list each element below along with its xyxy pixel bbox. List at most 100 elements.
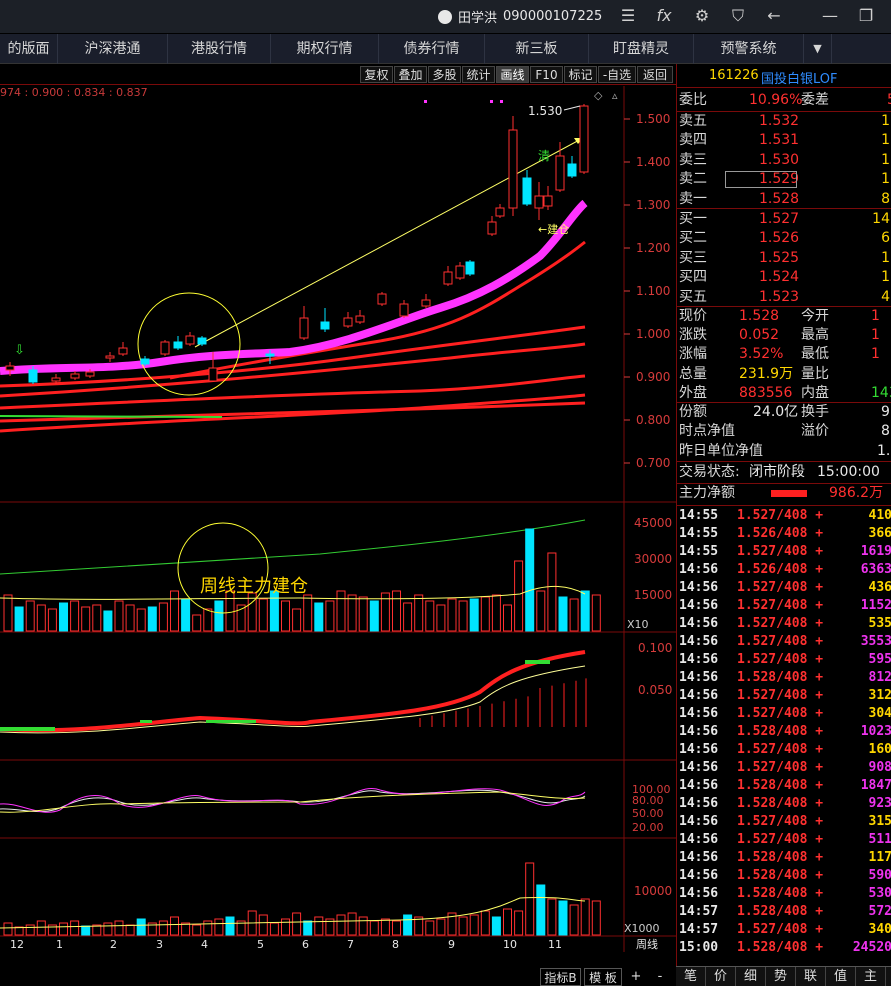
stat-value: 883556 <box>739 384 793 401</box>
bid-row: 买二 1.526 6 <box>677 229 891 248</box>
back-arrow-icon[interactable]: ← <box>762 5 786 27</box>
tick-time: 14:56 <box>679 580 719 595</box>
mark-button[interactable]: 标记 <box>564 66 597 83</box>
vol-tick-30000: 30000 <box>634 552 672 566</box>
remove-watchlist-button[interactable]: -自选 <box>598 66 636 83</box>
ask-row: 卖三 1.530 1 <box>677 151 891 170</box>
dropdown-arrow-icon[interactable]: ▼ <box>804 34 832 64</box>
tab-price[interactable]: 价 <box>706 967 736 986</box>
volume-bar <box>336 590 346 632</box>
tab-main[interactable]: 主 <box>856 967 886 986</box>
tick-price: 1.528/408 + <box>737 904 824 919</box>
template-button[interactable]: 模 板 <box>584 968 622 986</box>
tick-time: 14:56 <box>679 724 719 739</box>
menu-item-neeq[interactable]: 新三板 <box>485 34 589 64</box>
fx-icon[interactable]: fx <box>652 5 676 27</box>
restore-icon[interactable]: ❐ <box>854 5 878 27</box>
extra-label: 份额 <box>679 404 707 420</box>
zoom-in-button[interactable]: + <box>628 968 644 986</box>
settings-icon[interactable]: ⚙ <box>690 5 714 27</box>
shirt-icon[interactable]: ⛉ <box>726 5 750 27</box>
volume-bar <box>436 918 446 936</box>
volume-bar <box>480 910 490 936</box>
menu-icon[interactable]: ☰ <box>616 5 640 27</box>
volume-bar <box>303 920 313 936</box>
volume-bar <box>458 916 468 936</box>
candle <box>443 271 453 285</box>
zoom-out-button[interactable]: - <box>652 968 668 986</box>
ask-price: 1.532 <box>759 113 800 129</box>
clear-annotation: 清 <box>538 149 550 163</box>
f10-button[interactable]: F10 <box>530 66 563 83</box>
kline-chart-area[interactable]: 1.500 1.400 1.300 1.200 1.100 1.000 0.90… <box>0 86 676 968</box>
menu-item-hk-connect[interactable]: 沪深港通 <box>58 34 168 64</box>
menu-item-layout[interactable]: 的版面 <box>0 34 58 64</box>
tick-price: 1.527/408 + <box>737 814 824 829</box>
volume-bar <box>281 600 290 632</box>
ask-label: 卖五 <box>679 113 707 129</box>
ask-row: 卖二 1.529 1 <box>677 170 891 189</box>
user-info[interactable]: 田学洪 090000107225 <box>438 7 602 26</box>
candle <box>299 317 309 339</box>
extra-value-2: 9. <box>881 404 891 420</box>
tick-time: 14:56 <box>679 796 719 811</box>
volume-bar <box>147 606 157 632</box>
x-label-2: 2 <box>110 938 117 951</box>
statistics-button[interactable]: 统计 <box>462 66 495 83</box>
volume-bar <box>269 590 279 632</box>
weibi-row: 委比 10.96% 委差 5 <box>677 91 891 110</box>
tick-row: 14:56 1.528/408 + 1023 <box>677 723 891 741</box>
minimize-icon[interactable]: — <box>818 5 842 27</box>
menu-item-bonds[interactable]: 债券行情 <box>379 34 485 64</box>
menu-item-hk-stocks[interactable]: 港股行情 <box>168 34 271 64</box>
tick-row: 14:56 1.527/408 + 315 <box>677 813 891 831</box>
volume-bar <box>347 594 357 632</box>
draw-line-button[interactable]: 画线 <box>496 66 529 83</box>
tick-price: 1.528/408 + <box>737 886 824 901</box>
tab-trend[interactable]: 势 <box>766 967 796 986</box>
quote-panel: 161226 国投白银LOF 委比 10.96% 委差 5 卖五1.5321卖四… <box>676 64 891 986</box>
tick-price: 1.528/408 + <box>737 724 824 739</box>
tick-volume: 24520 <box>852 940 891 955</box>
volume-bars-2 <box>3 862 601 936</box>
bid-volume: 14 <box>872 211 890 227</box>
tick-price: 1.527/408 + <box>737 580 824 595</box>
y-tick-0900: 0.900 <box>636 370 670 384</box>
menu-item-options[interactable]: 期权行情 <box>271 34 379 64</box>
bid-price: 1.527 <box>759 211 800 227</box>
menu-item-monitor[interactable]: 盯盘精灵 <box>589 34 694 64</box>
tick-volume: 410 <box>868 508 891 523</box>
tab-trades[interactable]: 笔 <box>676 967 706 986</box>
volume-bar <box>580 898 590 936</box>
build-annotation: ←建仓 <box>538 222 569 236</box>
tick-time: 15:00 <box>679 940 719 955</box>
extra-value: 24.0亿 <box>753 404 799 420</box>
y-tick-1200: 1.200 <box>636 241 670 255</box>
indicator-button[interactable]: 指标B <box>540 968 581 986</box>
ma-250-line <box>0 401 586 423</box>
bid-price: 1.526 <box>759 230 800 247</box>
menu-item-alerts[interactable]: 预警系统 <box>694 34 804 64</box>
tab-related[interactable]: 联 <box>796 967 826 986</box>
volume-bar <box>469 598 479 632</box>
tick-volume: 6363 <box>860 562 891 577</box>
tick-row: 14:56 1.528/408 + 1847 <box>677 777 891 795</box>
y-tick-1300: 1.300 <box>636 198 670 212</box>
multi-stock-button[interactable]: 多股 <box>428 66 461 83</box>
main-net-value: 986.2万 <box>829 485 884 501</box>
volume-bar <box>469 914 479 936</box>
adjust-button[interactable]: 复权 <box>360 66 393 83</box>
tick-volume: 908 <box>868 760 891 775</box>
volume-bar <box>81 925 91 936</box>
tab-detail[interactable]: 细 <box>736 967 766 986</box>
volume-bar <box>192 924 202 936</box>
overlay-button[interactable]: 叠加 <box>394 66 427 83</box>
extra-row: 份额 24.0亿换手 9. <box>677 403 891 422</box>
high-price-label: 1.530 <box>528 104 562 118</box>
tick-price: 1.527/408 + <box>737 832 824 847</box>
x-label-9: 9 <box>448 938 455 951</box>
extra-row: 时点净值 溢价 8 <box>677 422 891 441</box>
return-button[interactable]: 返回 <box>637 66 673 83</box>
tab-value[interactable]: 值 <box>826 967 856 986</box>
tick-price: 1.527/408 + <box>737 634 824 649</box>
